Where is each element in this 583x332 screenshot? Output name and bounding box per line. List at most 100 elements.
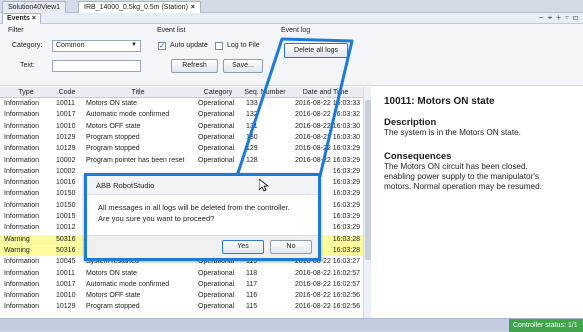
cell-seq: 118 (246, 269, 258, 277)
cell-code: 10129 (56, 133, 76, 141)
no-button[interactable]: No (270, 240, 312, 254)
cell-code: 10129 (56, 145, 76, 153)
cell-code: 10150 (56, 201, 76, 209)
cell-date-time: 2016-08-22 16:02:56 (295, 292, 360, 300)
event-toolbar: Filter Category: Common ▼ Text: Event li… (0, 24, 583, 86)
column-header-type[interactable]: Type (0, 87, 52, 98)
column-header-title[interactable]: Title (82, 87, 194, 98)
cell-title: Program stopped (86, 133, 140, 141)
table-row[interactable]: Information 10010 Motors OFF state Operatio… (0, 122, 363, 132)
cell-code: 10002 (56, 156, 76, 164)
auto-update-checkbox[interactable]: ✓ (158, 42, 166, 50)
text-filter-input[interactable] (52, 60, 141, 72)
cell-seq: 130 (246, 133, 258, 141)
column-header-category[interactable]: Category (194, 87, 242, 98)
cell-date-time: 2016-08-22 16:03:32 (295, 111, 360, 119)
cell-type: Information (4, 179, 40, 187)
close-icon[interactable]: × (32, 15, 36, 22)
cell-code: 10012 (56, 224, 76, 232)
filter-group-label: Filter (8, 27, 24, 34)
cell-type: Information (4, 292, 40, 300)
cell-code: 10011 (56, 269, 75, 277)
cell-title: Program stopped (86, 303, 140, 311)
cell-category: Operational (198, 292, 235, 300)
cell-code: 10017 (56, 111, 76, 119)
consequences-line: The Motors ON circuit has been closed, (384, 162, 528, 171)
cell-type: Information (4, 258, 40, 266)
cell-type: Warning (4, 246, 30, 254)
table-row[interactable]: Information 10129 Program stopped Operation… (0, 133, 363, 143)
tab-station[interactable]: IRB_14000_0.5kg_0.5m (Station) × (78, 1, 201, 13)
cell-code: 10129 (56, 303, 76, 311)
cell-code: 10002 (56, 167, 76, 175)
yes-button[interactable]: Yes (222, 240, 264, 254)
log-to-file-checkbox[interactable] (215, 42, 223, 50)
cell-seq: 131 (246, 122, 258, 130)
cell-title: Automatic mode confirmed (86, 280, 170, 288)
auto-update-label: Auto update (170, 42, 208, 49)
column-header-date-time[interactable]: Date and Time (288, 87, 363, 98)
save-button[interactable]: Save... (223, 59, 263, 73)
cell-seq: 116 (246, 292, 258, 300)
consequences-line: enabling power supply to the manipulator… (384, 172, 539, 181)
cell-type: Information (4, 111, 40, 119)
cell-date-time: 2016-08-22 16:02:57 (295, 269, 360, 277)
dropdown-arrow-icon: ▼ (131, 42, 137, 48)
tab-label: IRB_14000_0.5kg_0.5m (Station) (84, 4, 188, 11)
table-row[interactable]: Information 10010 Motors OFF state Operatio… (0, 291, 363, 301)
cell-title: Program stopped (86, 145, 140, 153)
cell-type: Information (4, 213, 40, 220)
column-header-seq-number[interactable]: Seq. Number (242, 87, 288, 98)
dialog-title: ABB RobotStudio (87, 176, 318, 195)
table-scrollbar[interactable] (363, 87, 371, 318)
cell-code: 50316 (56, 235, 76, 243)
tab-events[interactable]: Events × (2, 13, 42, 24)
event-detail-pane: 10011: Motors ON state Description The s… (372, 87, 583, 318)
cell-category: Operational (198, 122, 235, 130)
table-row[interactable]: Information 10017 Automatic mode confirmed… (0, 110, 363, 120)
table-row[interactable]: Information 10017 Automatic mode confirmed… (0, 280, 363, 290)
tab-solution-view[interactable]: Solution40View1 (2, 1, 67, 13)
table-row[interactable]: Information 10011 Motors ON state Operation… (0, 99, 363, 109)
cell-title: Program pointer has been reset (86, 156, 185, 164)
cell-category: Operational (198, 303, 235, 311)
mouse-cursor-icon (259, 179, 269, 192)
cell-code: 10015 (56, 213, 76, 220)
table-row[interactable]: Information 10129 Program stopped Operation… (0, 144, 363, 154)
cell-title: Automatic mode confirmed (86, 111, 170, 119)
cell-date-time: 2016-08-22 16:02:57 (295, 280, 360, 288)
category-select[interactable]: Common ▼ (52, 40, 141, 52)
table-row[interactable]: Information 10002 Program pointer has been… (0, 156, 363, 166)
delete-all-logs-button[interactable]: Delete all logs (284, 43, 348, 58)
status-bar: Controller status: 1/1 (0, 318, 583, 332)
cell-category: Operational (198, 269, 235, 277)
description-text: The system is in the Motors ON state. (384, 128, 521, 137)
cell-type: Information (4, 269, 40, 277)
cell-code: 10010 (56, 292, 76, 300)
category-label: Category: (12, 42, 43, 49)
cell-seq: 129 (246, 145, 258, 153)
refresh-button[interactable]: Refresh (171, 59, 218, 73)
cell-type: Information (4, 303, 40, 311)
text-filter-label: Text: (20, 62, 35, 69)
dialog-message: Are you sure you want to proceed? (98, 214, 215, 223)
cell-type: Information (4, 145, 40, 153)
controller-status-badge: Controller status: 1/1 (509, 319, 583, 332)
event-list-group-label: Event list (157, 27, 186, 34)
window-controls[interactable]: − ⌖ + ▿ ⊡ (539, 13, 579, 23)
table-row[interactable]: Information 10129 Program stopped Operation… (0, 302, 363, 312)
cell-date-time: 2016-08-22 16:02:56 (295, 303, 360, 311)
event-detail-title: 10011: Motors ON state (384, 96, 495, 107)
cell-title: Motors ON state (86, 100, 137, 107)
dialog-message: All messages in all logs will be deleted… (98, 203, 290, 212)
scrollbar-thumb[interactable] (365, 100, 371, 260)
column-header-code[interactable]: Code (52, 87, 82, 98)
cell-code: 10150 (56, 190, 76, 198)
description-heading: Description (384, 117, 437, 128)
close-icon[interactable]: × (191, 4, 195, 11)
cell-date-time: 2016-08-22 16:03:30 (295, 122, 360, 130)
cell-code: 10017 (56, 280, 76, 288)
cell-title: Motors OFF state (86, 122, 141, 130)
table-row[interactable]: Information 10011 Motors ON state Operation… (0, 269, 363, 279)
cell-type: Information (4, 133, 40, 141)
